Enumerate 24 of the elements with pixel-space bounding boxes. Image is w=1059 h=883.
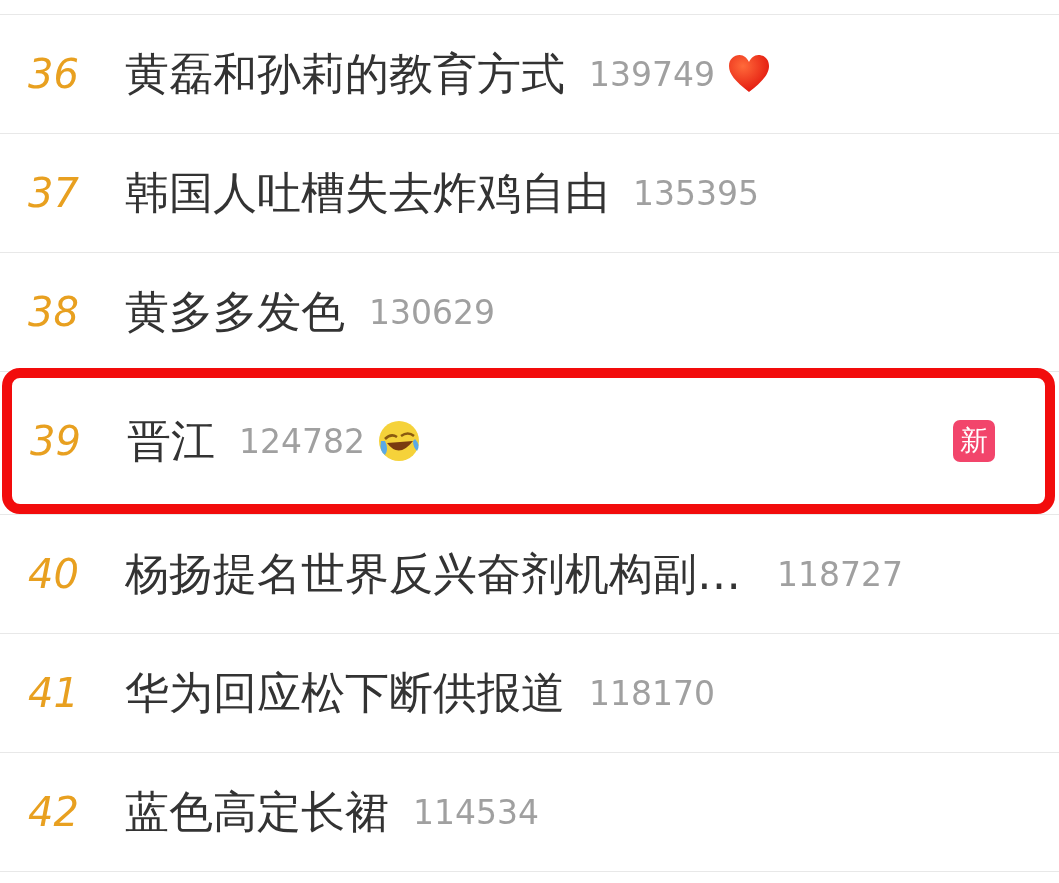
rank-number: 36 <box>28 51 80 97</box>
heat-count: 118727 <box>777 554 903 594</box>
topic-link[interactable]: 蓝色高定长裙 <box>125 782 389 842</box>
heart-icon <box>727 54 771 94</box>
rank-number: 38 <box>28 289 80 335</box>
topic-link[interactable]: 杨扬提名世界反兴奋剂机构副… <box>125 544 741 604</box>
topic-link[interactable]: 晋江 <box>127 411 215 471</box>
laughing-face-icon <box>377 419 421 463</box>
rank-number: 40 <box>28 551 80 597</box>
topic-link[interactable]: 黄磊和孙莉的教育方式 <box>125 44 565 104</box>
rank-number: 39 <box>30 418 82 464</box>
heat-count: 139749 <box>589 54 715 94</box>
heat-count: 114534 <box>413 792 539 832</box>
rank-number: 42 <box>28 789 80 835</box>
topic-link[interactable]: 韩国人吐槽失去炸鸡自由 <box>125 163 609 223</box>
heat-count: 118170 <box>589 673 715 713</box>
rank-number: 37 <box>28 170 80 216</box>
new-badge: 新 <box>953 420 995 462</box>
topic-link[interactable]: 华为回应松下断供报道 <box>125 663 565 723</box>
topic-link[interactable]: 黄多多发色 <box>125 282 345 342</box>
heat-count: 130629 <box>369 292 495 332</box>
heat-count: 124782 <box>239 421 365 461</box>
rank-number: 41 <box>28 670 80 716</box>
heat-count: 135395 <box>633 173 759 213</box>
